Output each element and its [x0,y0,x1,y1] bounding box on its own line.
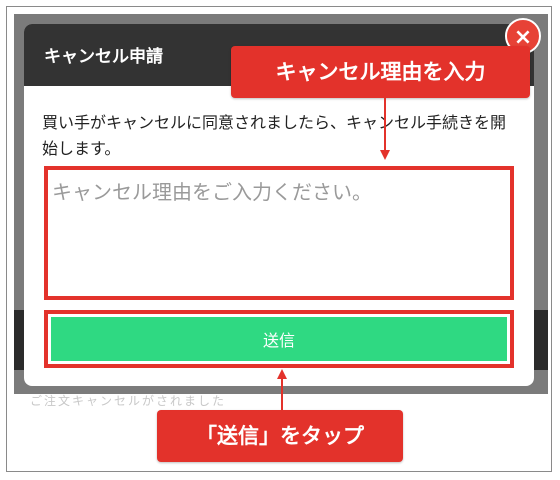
arrow-up-icon [277,369,287,412]
send-callout-arrow [276,368,288,412]
arrow-down-icon [380,98,390,160]
modal-description: 買い手がキャンセルに同意されましたら、キャンセル手続きを開始します。 [42,113,507,158]
reason-callout-arrow [379,98,390,160]
background-text: ご注文キャンセルがされました [30,394,227,408]
cancel-reason-input[interactable] [50,172,508,294]
reason-field-highlight [44,166,514,300]
reason-callout: キャンセル理由を入力 [231,46,530,98]
send-button[interactable]: 送信 [51,317,507,361]
send-callout: 「送信」をタップ [157,410,403,462]
modal-title: キャンセル申請 [44,47,163,67]
send-button-highlight: 送信 [44,310,514,368]
